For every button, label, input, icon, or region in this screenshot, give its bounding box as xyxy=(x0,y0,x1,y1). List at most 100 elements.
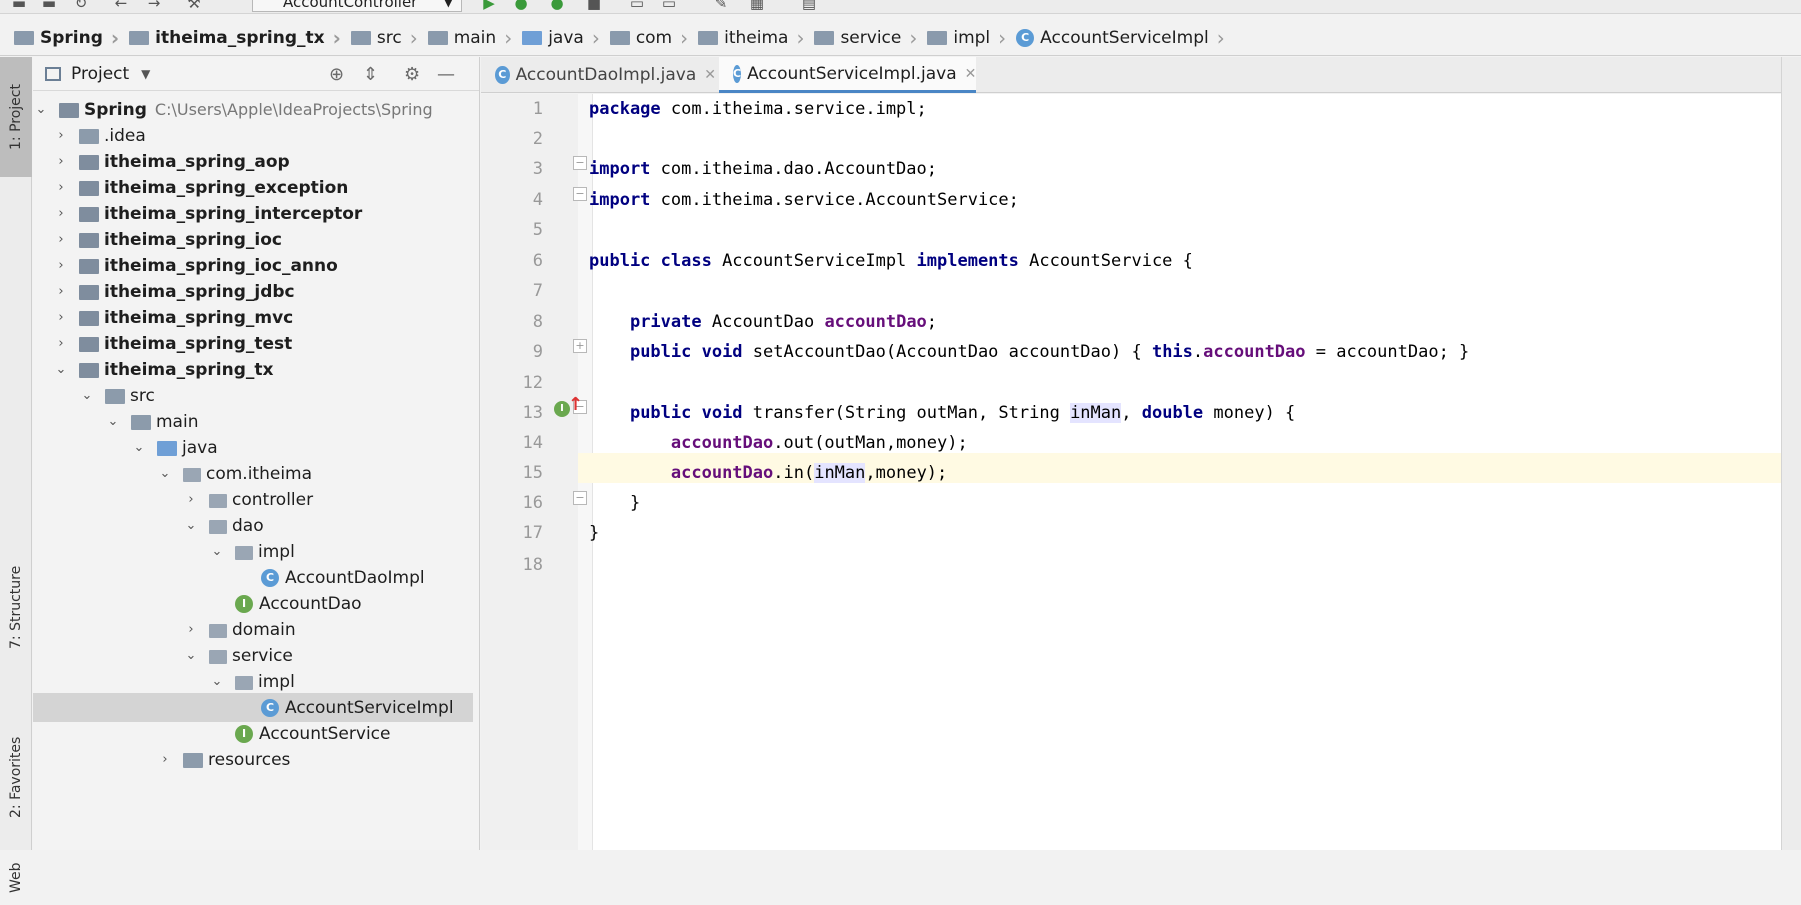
tree-row-selected[interactable]: C AccountServiceImpl xyxy=(33,693,473,722)
breadcrumb-item[interactable]: itheima_spring_tx › xyxy=(129,20,351,56)
forward-icon[interactable]: → xyxy=(145,0,163,12)
tree-row[interactable]: ⌄ main xyxy=(33,407,473,436)
back-icon[interactable]: ← xyxy=(112,0,130,12)
tab-label: 1: Project xyxy=(8,84,24,150)
tree-label: impl xyxy=(258,671,295,692)
tab-accountdaoimpl[interactable]: C AccountDaoImpl.java ✕ xyxy=(481,57,716,93)
tree-row[interactable]: › itheima_spring_aop xyxy=(33,147,473,176)
tree-row[interactable]: › itheima_spring_ioc xyxy=(33,225,473,254)
tree-row[interactable]: ⌄ impl xyxy=(33,537,473,566)
locate-icon[interactable]: ⊕ xyxy=(329,64,344,85)
breadcrumb-item[interactable]: Spring › xyxy=(14,20,129,56)
tree-row[interactable]: › domain xyxy=(33,615,473,644)
fold-marker[interactable]: + xyxy=(573,339,587,353)
hide-icon[interactable]: — xyxy=(437,64,455,85)
line-number: 18 xyxy=(522,555,543,575)
close-icon[interactable]: ✕ xyxy=(965,66,977,82)
go-to-super-arrow-icon[interactable]: ↑ xyxy=(568,394,583,415)
sdk-icon[interactable]: ▤ xyxy=(800,0,818,12)
chevron-down-icon[interactable]: ⌄ xyxy=(131,440,147,455)
close-icon[interactable]: ✕ xyxy=(704,67,716,83)
tab-web[interactable]: Web xyxy=(0,850,32,905)
tree-row[interactable]: I AccountDao xyxy=(33,589,473,618)
sync-icon[interactable]: ↻ xyxy=(72,0,90,12)
chevron-down-icon[interactable]: ⌄ xyxy=(209,544,225,559)
fold-marker[interactable]: − xyxy=(573,491,587,505)
tree-row[interactable]: › itheima_spring_mvc xyxy=(33,303,473,332)
breadcrumb-item[interactable]: com › xyxy=(609,20,698,56)
stop-icon[interactable]: ■ xyxy=(585,0,603,12)
breadcrumb-item[interactable]: service › xyxy=(814,20,927,56)
chevron-down-icon[interactable]: ▼ xyxy=(141,67,150,81)
tree-row[interactable]: ⌄ service xyxy=(33,641,473,670)
chevron-down-icon[interactable]: ⌄ xyxy=(105,414,121,429)
breadcrumb-item[interactable]: C AccountServiceImpl › xyxy=(1016,20,1235,56)
project-panel-title[interactable]: Project xyxy=(71,64,129,84)
tree-row[interactable]: › itheima_spring_jdbc xyxy=(33,277,473,306)
run-config-select[interactable]: AccountController ▼ xyxy=(252,0,462,12)
tree-row[interactable]: › itheima_spring_exception xyxy=(33,173,473,202)
vcs-icon[interactable]: ▭ xyxy=(628,0,646,12)
fold-marker[interactable]: − xyxy=(573,156,587,170)
line-number: 15 xyxy=(522,463,543,483)
tab-favorites[interactable]: 2: Favorites xyxy=(0,717,32,837)
chevron-right-icon[interactable]: › xyxy=(53,232,69,247)
tree-row[interactable]: C AccountDaoImpl xyxy=(33,563,473,592)
tree-row[interactable]: I AccountService xyxy=(33,719,473,748)
tab-structure[interactable]: 7: Structure xyxy=(0,527,32,687)
structure-icon[interactable]: ▦ xyxy=(748,0,766,12)
chevron-right-icon[interactable]: › xyxy=(157,752,173,767)
chevron-right-icon[interactable]: › xyxy=(53,128,69,143)
breadcrumb-item[interactable]: src › xyxy=(350,20,428,56)
open-icon[interactable]: ▬ xyxy=(10,0,28,12)
chevron-right-icon[interactable]: › xyxy=(53,284,69,299)
tree-row-root[interactable]: ⌄ Spring C:\Users\Apple\IdeaProjects\Spr… xyxy=(33,95,473,124)
chevron-right-icon[interactable]: › xyxy=(53,336,69,351)
tree-row[interactable]: › itheima_spring_interceptor xyxy=(33,199,473,228)
chevron-right-icon[interactable]: › xyxy=(183,492,199,507)
project-panel: Project ▼ ⊕ ⇕ ⚙ — ⌄ Spring C:\Users\Appl… xyxy=(33,57,511,850)
tree-row[interactable]: › itheima_spring_ioc_anno xyxy=(33,251,473,280)
chevron-down-icon[interactable]: ⌄ xyxy=(209,674,225,689)
chevron-down-icon[interactable]: ⌄ xyxy=(157,466,173,481)
code-editor[interactable]: 1 2 3 4 5 6 7 8 9 12 13 14 15 16 17 18 −… xyxy=(481,94,1801,850)
chevron-right-icon[interactable]: › xyxy=(53,310,69,325)
main-toolbar: ▬ ▬ ↻ ← → ⚒ AccountController ▼ ▶ ● ● ■ … xyxy=(0,0,1801,14)
debug-icon[interactable]: ● xyxy=(512,0,530,12)
chevron-right-icon[interactable]: › xyxy=(53,258,69,273)
tree-row[interactable]: › .idea xyxy=(33,121,473,150)
run-icon[interactable]: ▶ xyxy=(480,0,498,12)
tab-accountserviceimpl[interactable]: C AccountServiceImpl.java ✕ xyxy=(719,57,976,93)
vcs-update-icon[interactable]: ▭ xyxy=(660,0,678,12)
tree-row[interactable]: › controller xyxy=(33,485,473,514)
build-icon[interactable]: ⚒ xyxy=(185,0,203,12)
breadcrumb-item[interactable]: itheima › xyxy=(698,20,814,56)
chevron-right-icon[interactable]: › xyxy=(183,622,199,637)
breadcrumb-item[interactable]: impl › xyxy=(927,20,1016,56)
fold-marker[interactable]: − xyxy=(573,187,587,201)
gear-icon[interactable]: ⚙ xyxy=(404,64,420,85)
coverage-icon[interactable]: ● xyxy=(548,0,566,12)
chevron-right-icon[interactable]: › xyxy=(53,206,69,221)
chevron-right-icon[interactable]: › xyxy=(53,180,69,195)
chevron-right-icon[interactable]: › xyxy=(53,154,69,169)
chevron-down-icon[interactable]: ⌄ xyxy=(53,362,69,377)
breadcrumb-item[interactable]: main › xyxy=(427,20,522,56)
tree-row[interactable]: ⌄ impl xyxy=(33,667,473,696)
chevron-down-icon[interactable]: ⌄ xyxy=(33,102,49,117)
settings-icon[interactable]: ✎ xyxy=(712,0,730,12)
chevron-down-icon[interactable]: ⌄ xyxy=(183,648,199,663)
collapse-all-icon[interactable]: ⇕ xyxy=(363,64,378,85)
tree-row[interactable]: › itheima_spring_test xyxy=(33,329,473,358)
breadcrumb-item[interactable]: java › xyxy=(522,20,610,56)
tree-row[interactable]: ⌄ src xyxy=(33,381,473,410)
save-icon[interactable]: ▬ xyxy=(40,0,58,12)
tree-row[interactable]: ⌄ itheima_spring_tx xyxy=(33,355,473,384)
tree-row[interactable]: › resources xyxy=(33,745,473,774)
tree-row[interactable]: ⌄ dao xyxy=(33,511,473,540)
chevron-down-icon[interactable]: ⌄ xyxy=(79,388,95,403)
tree-row[interactable]: ⌄ java xyxy=(33,433,473,462)
tab-project[interactable]: 1: Project xyxy=(0,57,32,177)
tree-row[interactable]: ⌄ com.itheima xyxy=(33,459,473,488)
chevron-down-icon[interactable]: ⌄ xyxy=(183,518,199,533)
